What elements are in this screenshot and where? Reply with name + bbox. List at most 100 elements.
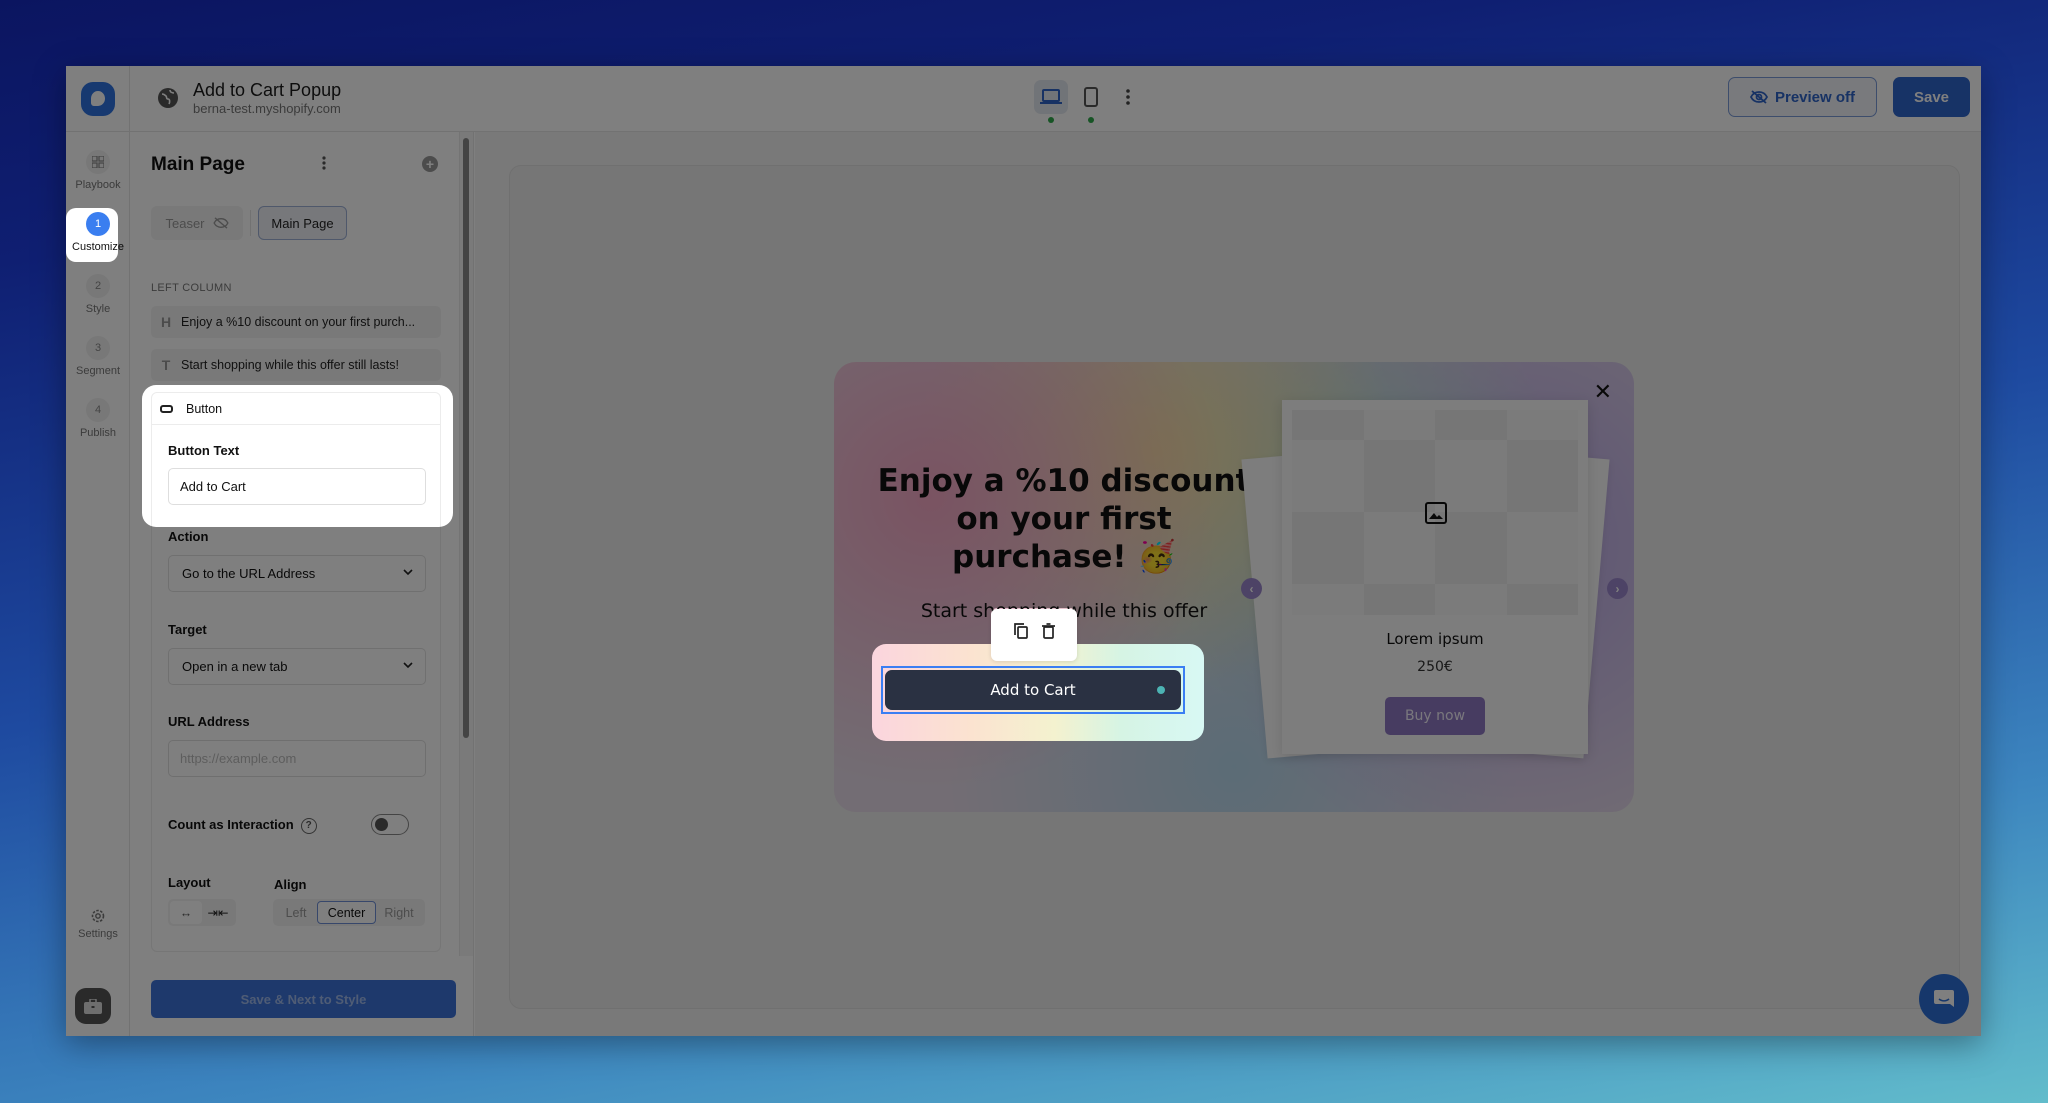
product-name: Lorem ipsum: [1386, 630, 1484, 648]
product-image-placeholder: [1292, 410, 1578, 615]
briefcase-icon: [84, 998, 102, 1014]
layer-label: Enjoy a %10 discount on your first purch…: [181, 315, 416, 329]
preview-canvas: Enjoy a %10 discount on your first purch…: [509, 165, 1960, 1009]
layout-full-width-button[interactable]: ↔: [170, 901, 202, 924]
panel-scrollbar-thumb[interactable]: [463, 138, 469, 738]
align-left-button[interactable]: Left: [275, 901, 317, 924]
add-to-cart-button[interactable]: Add to Cart: [885, 670, 1181, 710]
shop-domain: berna-test.myshopify.com: [193, 101, 341, 116]
panel-scroll-area: Main Page + Teaser Main Page LEFT COLUMN: [130, 132, 459, 956]
count-interaction-toggle[interactable]: [371, 814, 409, 835]
rail-item-publish[interactable]: 4 Publish: [66, 398, 130, 439]
preview-toggle-button[interactable]: Preview off: [1728, 77, 1877, 117]
top-bar: Add to Cart Popup berna-test.myshopify.c…: [66, 66, 1981, 132]
trash-icon[interactable]: [1041, 623, 1055, 639]
popup-close-icon[interactable]: ✕: [1594, 380, 1612, 405]
rail-label-style: Style: [85, 303, 111, 315]
mobile-status-dot: [1088, 117, 1094, 123]
chat-icon: [1934, 990, 1954, 1007]
briefcase-button[interactable]: [75, 988, 111, 1024]
grid-icon: [86, 150, 110, 174]
step-badge: 1: [86, 212, 110, 236]
cta-label: Add to Cart: [990, 681, 1076, 699]
tab-teaser-label: Teaser: [165, 215, 205, 231]
tab-main-page[interactable]: Main Page: [258, 206, 347, 240]
rail-item-playbook[interactable]: Playbook: [66, 150, 130, 191]
url-input[interactable]: https://example.com: [168, 740, 426, 777]
layer-text[interactable]: T Start shopping while this offer still …: [151, 349, 441, 381]
action-select[interactable]: Go to the URL Address: [168, 555, 426, 592]
cta-handle-dot[interactable]: [1157, 686, 1165, 694]
carousel-prev-button[interactable]: ‹: [1241, 578, 1262, 599]
preview-label: Preview off: [1774, 88, 1856, 106]
element-toolbar: [991, 609, 1077, 661]
action-value: Go to the URL Address: [182, 566, 316, 581]
tab-divider: [250, 210, 251, 236]
app-window: Add to Cart Popup berna-test.myshopify.c…: [66, 66, 1981, 1036]
rail-item-settings[interactable]: Settings: [66, 908, 130, 940]
panel-scrollbar[interactable]: [459, 132, 473, 956]
heading-type-icon: H: [160, 314, 172, 330]
section-label-left-column: LEFT COLUMN: [151, 282, 232, 294]
app-logo[interactable]: [80, 82, 115, 116]
layout-fit-button[interactable]: ⇥⇤: [202, 901, 234, 924]
more-options-button[interactable]: [1118, 80, 1138, 114]
target-value: Open in a new tab: [182, 659, 288, 674]
text-type-icon: T: [161, 357, 171, 373]
popup-title-block: Add to Cart Popup berna-test.myshopify.c…: [193, 79, 341, 117]
target-label: Target: [168, 622, 207, 637]
align-right-button[interactable]: Right: [376, 901, 422, 924]
gear-icon: [91, 909, 105, 923]
support-chat-button[interactable]: [1919, 974, 1969, 1024]
product-price: 250€: [1417, 659, 1453, 675]
layer-heading[interactable]: H Enjoy a %10 discount on your first pur…: [151, 306, 441, 338]
rail-label-publish: Publish: [79, 427, 117, 439]
rail-item-segment[interactable]: 3 Segment: [66, 336, 130, 377]
rail-label-segment: Segment: [75, 365, 121, 377]
count-interaction-label: Count as Interaction: [168, 817, 294, 832]
carousel-next-button[interactable]: ›: [1607, 578, 1628, 599]
rail-item-customize[interactable]: 1 Customize: [66, 212, 130, 253]
device-switch: [1034, 80, 1138, 123]
mobile-icon: [1084, 87, 1098, 107]
mobile-view-button[interactable]: [1074, 80, 1108, 123]
rail-item-style[interactable]: 2 Style: [66, 274, 130, 315]
logo-cell: [66, 66, 130, 132]
count-interaction-row: Count as Interaction?: [168, 817, 317, 834]
chevron-down-icon: [403, 569, 413, 576]
chevron-down-icon: [403, 662, 413, 669]
save-button[interactable]: Save: [1893, 77, 1970, 117]
desktop-view-button[interactable]: [1034, 80, 1068, 123]
duplicate-icon[interactable]: [1013, 623, 1028, 639]
popup-preview: Enjoy a %10 discount on your first purch…: [834, 362, 1634, 812]
step-badge: 2: [86, 274, 110, 298]
rail-label-customize: Customize: [72, 241, 124, 253]
product-card: Lorem ipsum 250€ Buy now: [1282, 400, 1588, 754]
rail-label-settings: Settings: [78, 928, 118, 940]
button-card-header[interactable]: Button: [152, 393, 440, 425]
page-options-icon[interactable]: [322, 156, 326, 170]
buy-now-button[interactable]: Buy now: [1385, 697, 1485, 735]
image-icon: [1425, 502, 1447, 524]
popup-heading[interactable]: Enjoy a %10 discount on your first purch…: [874, 462, 1254, 576]
button-element-icon: [160, 404, 173, 413]
add-element-button[interactable]: +: [422, 156, 438, 172]
button-text-input[interactable]: Add to Cart: [168, 468, 426, 505]
align-label: Align: [274, 877, 307, 892]
step-badge: 3: [86, 336, 110, 360]
help-icon[interactable]: ?: [300, 817, 317, 834]
step-rail: Playbook 1 Customize 2 Style 3 Segment 4…: [66, 132, 130, 1036]
globe-icon: [158, 88, 178, 108]
target-select[interactable]: Open in a new tab: [168, 648, 426, 685]
eye-off-icon: [1749, 90, 1768, 104]
tab-teaser[interactable]: Teaser: [151, 206, 243, 240]
layout-segmented: ↔ ⇥⇤: [168, 899, 236, 926]
align-segmented: Left Center Right: [273, 899, 425, 926]
kebab-icon: [1126, 89, 1130, 105]
save-next-button[interactable]: Save & Next to Style: [151, 980, 456, 1018]
desktop-status-dot: [1048, 117, 1054, 123]
panel-title: Main Page: [151, 154, 245, 175]
button-settings-card: Button Button Text Add to Cart Action Go…: [151, 392, 441, 952]
align-center-button[interactable]: Center: [317, 901, 376, 924]
canvas-area: Enjoy a %10 discount on your first purch…: [475, 132, 1981, 1036]
